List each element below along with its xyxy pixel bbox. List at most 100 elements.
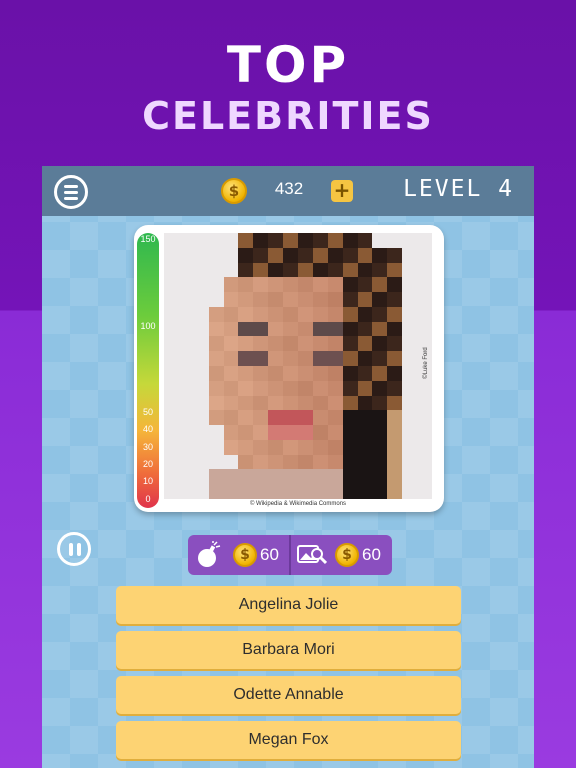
meter-label-50: 50 — [142, 407, 153, 417]
photo-pixel — [327, 380, 343, 396]
photo-pixel — [268, 365, 284, 381]
photo-pixel — [164, 277, 179, 293]
photo-pixel — [327, 247, 343, 263]
answer-option[interactable]: Barbara Mori — [116, 631, 461, 669]
photo-pixel — [372, 262, 388, 278]
photo-pixel — [327, 365, 343, 381]
photo-pixel — [223, 380, 239, 396]
photo-pixel — [253, 439, 269, 455]
menu-button[interactable] — [54, 175, 88, 209]
photo-pixel — [253, 365, 269, 381]
photo-pixel — [238, 439, 254, 455]
photo-pixel — [208, 233, 224, 248]
photo-pixel — [387, 262, 403, 278]
photo-pixel — [283, 351, 298, 366]
meter-label-0: 0 — [145, 494, 151, 504]
photo-pixel — [253, 277, 269, 293]
photo-pixel — [298, 439, 313, 455]
answer-option[interactable]: Megan Fox — [116, 721, 461, 759]
photo-pixel — [208, 395, 224, 411]
photo-pixel — [208, 410, 224, 426]
photo-pixel — [372, 233, 388, 248]
photo-pixel — [164, 292, 179, 307]
photo-pixel — [253, 262, 269, 278]
photo-pixel — [164, 410, 179, 426]
photo-pixel — [357, 425, 373, 440]
photo-pixel — [208, 365, 224, 381]
photo-pixel — [253, 410, 269, 426]
photo-pixel — [417, 469, 432, 485]
photo-pixel — [387, 292, 403, 307]
photo-pixel — [238, 365, 254, 381]
photo-pixel — [268, 262, 284, 278]
photo-pixel — [342, 469, 358, 485]
game-screen: $ 432 + LEVEL 4 150 100 50 40 30 20 10 0… — [42, 166, 534, 768]
photo-pixel — [223, 292, 239, 307]
photo-pixel — [208, 292, 224, 307]
photo-pixel — [327, 336, 343, 352]
photo-pixel — [342, 380, 358, 396]
photo-pixel — [417, 425, 432, 440]
photo-pixel — [178, 351, 194, 366]
reveal-powerup-button[interactable]: $ 60 — [291, 535, 392, 575]
photo-pixel — [178, 439, 194, 455]
photo-pixel — [178, 380, 194, 396]
photo-pixel — [223, 484, 239, 499]
photo-pixel — [402, 380, 418, 396]
photo-pixel — [402, 410, 418, 426]
photo-pixel — [208, 439, 224, 455]
photo-pixel — [298, 336, 313, 352]
bomb-powerup-button[interactable]: $ 60 — [188, 535, 289, 575]
meter-label-150: 150 — [140, 234, 156, 244]
photo-pixel — [342, 351, 358, 366]
photo-pixel — [238, 321, 254, 337]
photo-pixel — [193, 395, 209, 411]
photo-pixel — [387, 247, 403, 263]
photo-pixel — [312, 395, 328, 411]
photo-pixel — [193, 233, 209, 248]
photo-pixel — [268, 233, 284, 248]
photo-pixel — [402, 439, 418, 455]
photo-pixel — [208, 321, 224, 337]
photo-pixel — [417, 262, 432, 278]
photo-pixel — [178, 425, 194, 440]
photo-pixel — [283, 469, 298, 485]
pause-button[interactable] — [57, 532, 91, 566]
photo-pixel — [193, 454, 209, 470]
photo-pixel — [298, 425, 313, 440]
photo-pixel — [238, 454, 254, 470]
hero-title-celebrities: CELEBRITIES — [142, 94, 434, 138]
photo-pixel — [193, 439, 209, 455]
photo-pixel — [417, 410, 432, 426]
photo-pixel — [402, 469, 418, 485]
photo-pixel — [298, 262, 313, 278]
level-indicator: LEVEL 4 — [403, 176, 514, 202]
photo-pixel — [357, 277, 373, 293]
photo-pixel — [178, 306, 194, 322]
answer-option[interactable]: Odette Annable — [116, 676, 461, 714]
photo-pixel — [372, 454, 388, 470]
photo-pixel — [238, 306, 254, 322]
photo-pixel — [164, 395, 179, 411]
photo-pixel — [193, 277, 209, 293]
photo-pixel — [387, 336, 403, 352]
photo-pixel — [327, 469, 343, 485]
meter-label-100: 100 — [140, 321, 156, 331]
photo-pixel — [298, 365, 313, 381]
photo-pixel — [312, 292, 328, 307]
photo-pixel — [208, 454, 224, 470]
photo-pixel — [164, 233, 179, 248]
add-coins-button[interactable]: + — [331, 180, 353, 202]
photo-pixel — [327, 351, 343, 366]
photo-pixel — [223, 410, 239, 426]
photo-pixel — [417, 277, 432, 293]
photo-pixel — [342, 277, 358, 293]
photo-pixel — [298, 410, 313, 426]
photo-pixel — [164, 351, 179, 366]
photo-pixel — [312, 233, 328, 248]
photo-pixel — [387, 469, 403, 485]
photo-pixel — [223, 425, 239, 440]
answer-option[interactable]: Angelina Jolie — [116, 586, 461, 624]
photo-pixel — [357, 292, 373, 307]
photo-pixel — [312, 247, 328, 263]
